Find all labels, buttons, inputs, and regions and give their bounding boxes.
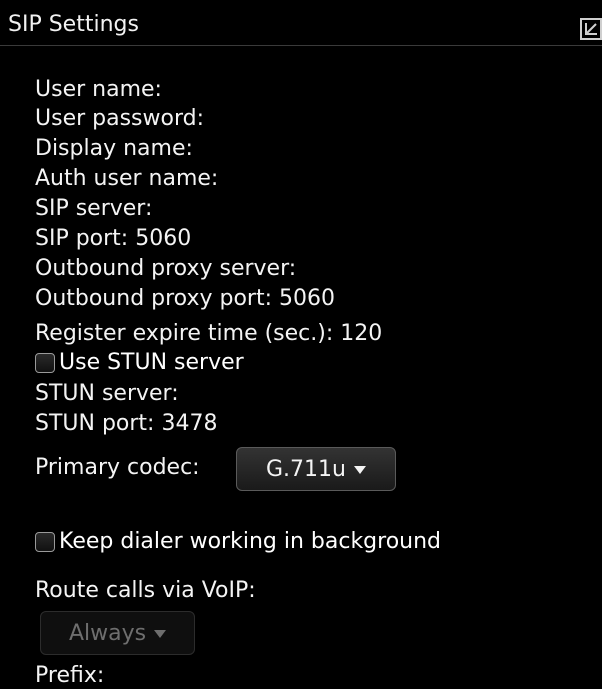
stun-server-field[interactable]: STUN server:: [35, 381, 179, 407]
route-calls-dropdown[interactable]: Always: [40, 611, 195, 655]
register-expire-field[interactable]: Register expire time (sec.): 120: [35, 321, 382, 347]
use-stun-checkbox-row[interactable]: Use STUN server: [35, 350, 244, 376]
use-stun-label: Use STUN server: [59, 350, 244, 375]
primary-codec-value: G.711u: [266, 456, 346, 482]
chevron-down-icon: [353, 466, 366, 474]
user-name-field[interactable]: User name:: [35, 77, 162, 103]
user-password-field[interactable]: User password:: [35, 106, 204, 132]
auth-user-name-field[interactable]: Auth user name:: [35, 166, 218, 192]
keep-dialer-label: Keep dialer working in background: [59, 529, 442, 554]
minimize-arrow-icon[interactable]: [580, 18, 602, 40]
outbound-proxy-port-field[interactable]: Outbound proxy port: 5060: [35, 286, 335, 312]
chevron-down-icon: [154, 630, 167, 638]
sip-port-field[interactable]: SIP port: 5060: [35, 226, 191, 252]
route-calls-value: Always: [68, 620, 147, 646]
keep-dialer-checkbox[interactable]: [35, 532, 55, 552]
keep-dialer-checkbox-row[interactable]: Keep dialer working in background: [35, 529, 441, 555]
primary-codec-dropdown[interactable]: G.711u: [236, 447, 396, 491]
display-name-field[interactable]: Display name:: [35, 136, 193, 162]
stun-port-field[interactable]: STUN port: 3478: [35, 411, 217, 437]
title-bar: SIP Settings: [0, 0, 602, 46]
sip-server-field[interactable]: SIP server:: [35, 196, 152, 222]
page-title: SIP Settings: [8, 12, 139, 37]
outbound-proxy-server-field[interactable]: Outbound proxy server:: [35, 256, 296, 282]
route-calls-label: Route calls via VoIP:: [35, 578, 256, 603]
use-stun-checkbox[interactable]: [35, 353, 55, 373]
prefix-field[interactable]: Prefix:: [35, 663, 104, 689]
primary-codec-label: Primary codec:: [35, 455, 200, 480]
